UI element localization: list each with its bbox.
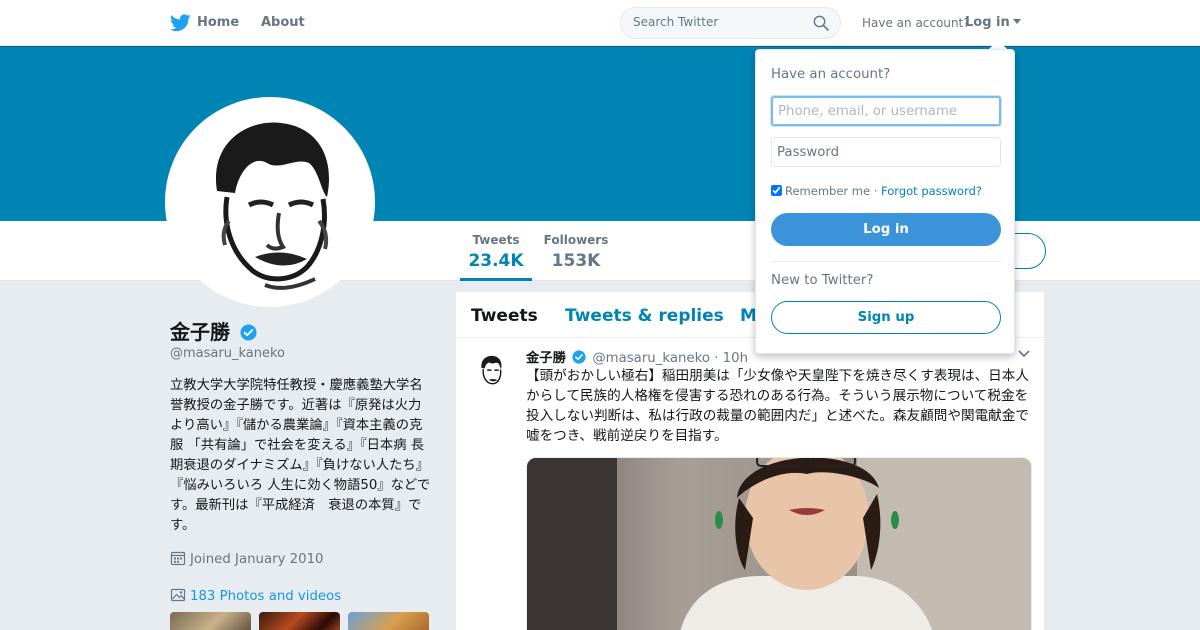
- tweet-separator: ·: [714, 351, 719, 366]
- nav-home-link[interactable]: Home: [197, 15, 239, 30]
- profile-name-text: 金子勝: [170, 320, 230, 344]
- tweet-username[interactable]: @masaru_kaneko: [592, 351, 710, 366]
- stat-followers-value: 153K: [551, 251, 601, 271]
- tweet-fullname[interactable]: 金子勝: [526, 351, 566, 366]
- tweet-photo-image: [527, 458, 1031, 630]
- tab-tweets[interactable]: Tweets: [471, 306, 538, 326]
- nav-about-link[interactable]: About: [261, 15, 305, 30]
- profile-joined-date: Joined January 2010: [170, 550, 324, 567]
- login-dropdown: Have an account? Remember me · Forgot pa…: [755, 49, 1015, 354]
- verified-badge-icon: [240, 324, 257, 341]
- login-toggle-label: Log in: [965, 15, 1010, 30]
- chevron-down-icon[interactable]: [1018, 350, 1030, 358]
- signup-button[interactable]: Sign up: [771, 301, 1001, 334]
- search-icon[interactable]: [813, 15, 829, 31]
- tweet-header: 金子勝 @masaru_kaneko · 10h: [526, 347, 748, 366]
- profile-bio: 立教大学大学院特任教授・慶應義塾大学名誉教授の金子勝です。近著は『原発は火力より…: [170, 378, 431, 533]
- verified-badge-icon: [572, 350, 586, 364]
- remember-me-checkbox[interactable]: [771, 185, 782, 196]
- photo-thumbnail[interactable]: [259, 612, 340, 630]
- photo-thumbnail[interactable]: [170, 612, 251, 630]
- search-box: [620, 7, 841, 39]
- twitter-bird-icon[interactable]: [170, 13, 191, 33]
- login-button[interactable]: Log in: [771, 213, 1001, 246]
- login-dropdown-toggle[interactable]: Log in: [965, 15, 1021, 30]
- stat-tweets-value: 23.4K: [468, 251, 524, 271]
- tweet-media-photo[interactable]: [526, 457, 1032, 630]
- remember-separator: ·: [873, 184, 878, 198]
- profile-screen-name[interactable]: @masaru_kaneko: [170, 346, 285, 361]
- tweet-text: 【頭がおかしい極右】稲田朋美は「少女像や天皇陛下を焼き尽くす表現は、日本人からし…: [526, 368, 1029, 444]
- stat-tweets[interactable]: Tweets 23.4K: [460, 233, 532, 281]
- stat-followers[interactable]: Followers 153K: [543, 233, 609, 271]
- profile-name: 金子勝: [170, 316, 257, 345]
- top-navigation-bar: Home About Have an account? Log in: [0, 0, 1200, 46]
- avatar-sketch-image: [169, 101, 371, 303]
- remember-row: Remember me · Forgot password?: [771, 184, 982, 198]
- search-input[interactable]: [633, 15, 813, 29]
- remember-me-label[interactable]: Remember me: [785, 184, 870, 198]
- photos-videos-link[interactable]: 183 Photos and videos: [170, 587, 341, 604]
- tweet-timestamp[interactable]: 10h: [723, 351, 748, 366]
- forgot-password-link[interactable]: Forgot password?: [881, 184, 982, 198]
- joined-text: Joined January 2010: [190, 552, 324, 567]
- stat-followers-label: Followers: [543, 233, 609, 247]
- tab-tweets-replies[interactable]: Tweets & replies: [565, 306, 724, 326]
- tweet-avatar-sketch-image: [473, 352, 509, 388]
- calendar-icon: [170, 551, 186, 566]
- tweet-avatar[interactable]: [473, 352, 509, 388]
- login-dropdown-title: Have an account?: [771, 67, 891, 82]
- profile-avatar[interactable]: [165, 97, 375, 307]
- password-field[interactable]: [771, 137, 1001, 167]
- photos-videos-label: 183 Photos and videos: [190, 589, 342, 604]
- dropdown-divider: [771, 261, 1001, 262]
- photo-thumbnail[interactable]: [348, 612, 429, 630]
- caret-down-icon: [1012, 19, 1021, 24]
- new-to-twitter-text: New to Twitter?: [771, 273, 874, 288]
- stat-tweets-label: Tweets: [472, 233, 520, 247]
- have-account-text: Have an account?: [862, 16, 970, 30]
- username-field[interactable]: [771, 96, 1001, 126]
- image-icon: [170, 588, 186, 602]
